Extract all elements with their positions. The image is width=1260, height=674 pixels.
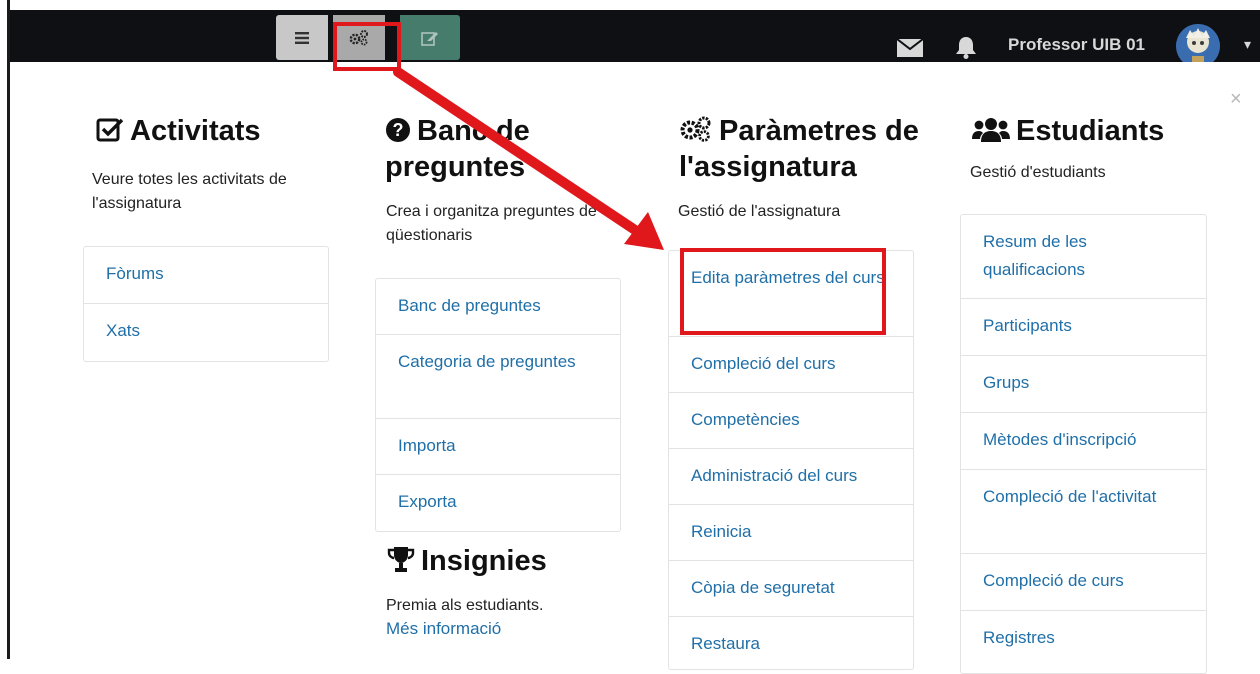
menu-item-complecio-de-curs[interactable]: Compleció de curs: [961, 554, 1206, 611]
estudiants-menu: Resum de les qualificacions Participants…: [960, 214, 1207, 674]
user-name[interactable]: Professor UIB 01: [1008, 35, 1145, 55]
edit-icon: [421, 31, 438, 46]
users-icon: [972, 118, 1010, 142]
menu-item-exporta[interactable]: Exporta: [376, 475, 620, 531]
menu-toggle-button[interactable]: [276, 15, 328, 60]
mail-icon[interactable]: [896, 38, 924, 57]
menu-item-grups[interactable]: Grups: [961, 356, 1206, 413]
menu-item-categoria-preguntes[interactable]: Categoria de preguntes: [376, 335, 620, 419]
banc-menu: Banc de preguntes Categoria de preguntes…: [375, 278, 621, 532]
insignies-desc: Premia als estudiants.: [386, 597, 544, 614]
menu-item-importa[interactable]: Importa: [376, 419, 620, 475]
menu-item-banc-preguntes[interactable]: Banc de preguntes: [376, 279, 620, 335]
menu-item-metodes-inscripcio[interactable]: Mètodes d'inscripció: [961, 413, 1206, 470]
menu-item-participants[interactable]: Participants: [961, 299, 1206, 356]
menu-icon: [295, 31, 309, 44]
banc-heading: ? Banc de preguntes: [385, 113, 585, 185]
menu-item-complecio-curs[interactable]: Compleció del curs: [669, 337, 913, 393]
estudiants-heading: Estudiants: [972, 113, 1164, 149]
menu-item-forums[interactable]: Fòrums: [84, 247, 328, 304]
menu-item-xats[interactable]: Xats: [84, 304, 328, 361]
bell-icon[interactable]: [955, 35, 977, 59]
check-square-icon: [96, 118, 124, 142]
menu-item-competencies[interactable]: Competències: [669, 393, 913, 449]
close-icon[interactable]: ×: [1230, 88, 1242, 111]
trophy-icon: [387, 547, 415, 572]
gears-icon: [680, 116, 711, 142]
svg-text:?: ?: [393, 120, 404, 140]
parametres-title: Paràmetres de l'assignatura: [679, 115, 919, 183]
activitats-title: Activitats: [130, 115, 261, 147]
highlight-edit-parametres: [680, 248, 886, 335]
caret-down-icon[interactable]: ▾: [1244, 36, 1251, 53]
insignies-heading: Insignies: [387, 543, 547, 579]
question-circle-icon: ?: [386, 118, 410, 142]
activitats-desc: Veure totes les activitats de l'assignat…: [92, 171, 287, 212]
menu-item-complecio-activitat[interactable]: Compleció de l'activitat: [961, 470, 1206, 554]
estudiants-title: Estudiants: [1016, 115, 1165, 147]
menu-item-registres[interactable]: Registres: [961, 611, 1206, 668]
edit-mode-button[interactable]: [400, 15, 460, 60]
insignies-title: Insignies: [421, 545, 547, 577]
menu-item-resum-qualificacions[interactable]: Resum de les qualificacions: [961, 215, 1206, 299]
menu-item-copia-seguretat[interactable]: Còpia de seguretat: [669, 561, 913, 617]
mes-informacio-link[interactable]: Més informació: [386, 619, 501, 639]
parametres-desc: Gestió de l'assignatura: [678, 203, 841, 220]
menu-item-reinicia[interactable]: Reinicia: [669, 505, 913, 561]
activitats-menu: Fòrums Xats: [83, 246, 329, 362]
menu-item-restaura[interactable]: Restaura: [669, 617, 913, 673]
highlight-gear-button: [333, 22, 401, 71]
window-left-border: [0, 0, 10, 659]
parametres-heading: Paràmetres de l'assignatura: [679, 113, 919, 185]
menu-item-administracio-curs[interactable]: Administració del curs: [669, 449, 913, 505]
activitats-heading: Activitats: [96, 113, 261, 149]
estudiants-desc: Gestió d'estudiants: [970, 164, 1106, 181]
banc-desc: Crea i organitza preguntes de qüestionar…: [386, 203, 597, 244]
